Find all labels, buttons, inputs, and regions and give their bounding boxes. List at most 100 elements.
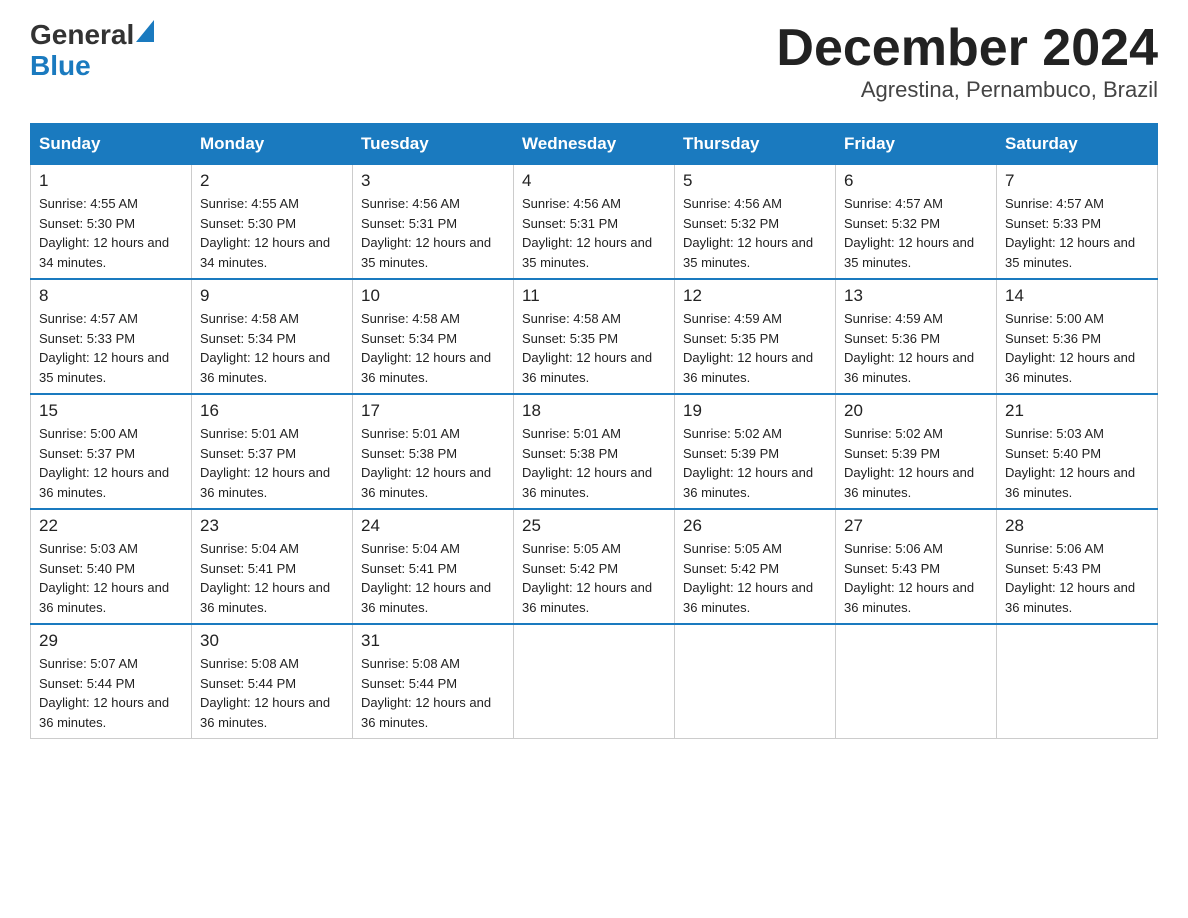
day-number: 8 [39, 286, 183, 306]
day-info: Sunrise: 4:57 AM Sunset: 5:33 PM Dayligh… [39, 309, 183, 387]
calendar-day-cell: 6 Sunrise: 4:57 AM Sunset: 5:32 PM Dayli… [836, 165, 997, 280]
day-info: Sunrise: 5:05 AM Sunset: 5:42 PM Dayligh… [683, 539, 827, 617]
day-info: Sunrise: 4:56 AM Sunset: 5:31 PM Dayligh… [361, 194, 505, 272]
calendar-day-cell: 11 Sunrise: 4:58 AM Sunset: 5:35 PM Dayl… [514, 279, 675, 394]
calendar-week-row: 1 Sunrise: 4:55 AM Sunset: 5:30 PM Dayli… [31, 165, 1158, 280]
day-info: Sunrise: 5:01 AM Sunset: 5:38 PM Dayligh… [361, 424, 505, 502]
month-title: December 2024 [776, 20, 1158, 77]
day-info: Sunrise: 4:55 AM Sunset: 5:30 PM Dayligh… [39, 194, 183, 272]
calendar-day-cell: 31 Sunrise: 5:08 AM Sunset: 5:44 PM Dayl… [353, 624, 514, 739]
day-number: 15 [39, 401, 183, 421]
day-info: Sunrise: 4:57 AM Sunset: 5:32 PM Dayligh… [844, 194, 988, 272]
day-info: Sunrise: 5:02 AM Sunset: 5:39 PM Dayligh… [844, 424, 988, 502]
day-number: 24 [361, 516, 505, 536]
calendar-week-row: 15 Sunrise: 5:00 AM Sunset: 5:37 PM Dayl… [31, 394, 1158, 509]
day-info: Sunrise: 4:56 AM Sunset: 5:31 PM Dayligh… [522, 194, 666, 272]
calendar-day-cell: 13 Sunrise: 4:59 AM Sunset: 5:36 PM Dayl… [836, 279, 997, 394]
logo-general-text: General [30, 20, 134, 51]
calendar-table: SundayMondayTuesdayWednesdayThursdayFrid… [30, 123, 1158, 739]
calendar-day-cell [514, 624, 675, 739]
calendar-day-cell: 15 Sunrise: 5:00 AM Sunset: 5:37 PM Dayl… [31, 394, 192, 509]
calendar-day-cell: 29 Sunrise: 5:07 AM Sunset: 5:44 PM Dayl… [31, 624, 192, 739]
calendar-day-cell: 5 Sunrise: 4:56 AM Sunset: 5:32 PM Dayli… [675, 165, 836, 280]
logo-triangle-icon [136, 20, 154, 42]
weekday-header-row: SundayMondayTuesdayWednesdayThursdayFrid… [31, 124, 1158, 165]
weekday-header-monday: Monday [192, 124, 353, 165]
day-number: 31 [361, 631, 505, 651]
calendar-day-cell [836, 624, 997, 739]
day-number: 21 [1005, 401, 1149, 421]
day-info: Sunrise: 4:58 AM Sunset: 5:34 PM Dayligh… [361, 309, 505, 387]
day-number: 16 [200, 401, 344, 421]
calendar-day-cell: 7 Sunrise: 4:57 AM Sunset: 5:33 PM Dayli… [997, 165, 1158, 280]
day-info: Sunrise: 5:04 AM Sunset: 5:41 PM Dayligh… [361, 539, 505, 617]
day-info: Sunrise: 5:02 AM Sunset: 5:39 PM Dayligh… [683, 424, 827, 502]
day-number: 9 [200, 286, 344, 306]
day-number: 7 [1005, 171, 1149, 191]
calendar-day-cell [675, 624, 836, 739]
day-info: Sunrise: 5:03 AM Sunset: 5:40 PM Dayligh… [1005, 424, 1149, 502]
calendar-day-cell: 18 Sunrise: 5:01 AM Sunset: 5:38 PM Dayl… [514, 394, 675, 509]
logo: General Blue [30, 20, 154, 82]
day-info: Sunrise: 4:55 AM Sunset: 5:30 PM Dayligh… [200, 194, 344, 272]
calendar-day-cell: 28 Sunrise: 5:06 AM Sunset: 5:43 PM Dayl… [997, 509, 1158, 624]
day-number: 17 [361, 401, 505, 421]
weekday-header-wednesday: Wednesday [514, 124, 675, 165]
weekday-header-tuesday: Tuesday [353, 124, 514, 165]
day-number: 29 [39, 631, 183, 651]
calendar-day-cell: 2 Sunrise: 4:55 AM Sunset: 5:30 PM Dayli… [192, 165, 353, 280]
day-number: 13 [844, 286, 988, 306]
page-header: General Blue December 2024 Agrestina, Pe… [30, 20, 1158, 103]
weekday-header-friday: Friday [836, 124, 997, 165]
day-info: Sunrise: 4:56 AM Sunset: 5:32 PM Dayligh… [683, 194, 827, 272]
calendar-week-row: 29 Sunrise: 5:07 AM Sunset: 5:44 PM Dayl… [31, 624, 1158, 739]
day-info: Sunrise: 4:59 AM Sunset: 5:36 PM Dayligh… [844, 309, 988, 387]
calendar-day-cell: 16 Sunrise: 5:01 AM Sunset: 5:37 PM Dayl… [192, 394, 353, 509]
day-info: Sunrise: 4:57 AM Sunset: 5:33 PM Dayligh… [1005, 194, 1149, 272]
day-number: 14 [1005, 286, 1149, 306]
calendar-day-cell: 8 Sunrise: 4:57 AM Sunset: 5:33 PM Dayli… [31, 279, 192, 394]
day-number: 19 [683, 401, 827, 421]
day-info: Sunrise: 5:06 AM Sunset: 5:43 PM Dayligh… [844, 539, 988, 617]
day-number: 3 [361, 171, 505, 191]
calendar-day-cell: 20 Sunrise: 5:02 AM Sunset: 5:39 PM Dayl… [836, 394, 997, 509]
day-number: 23 [200, 516, 344, 536]
day-info: Sunrise: 5:03 AM Sunset: 5:40 PM Dayligh… [39, 539, 183, 617]
logo-blue-text: Blue [30, 51, 91, 82]
calendar-day-cell: 4 Sunrise: 4:56 AM Sunset: 5:31 PM Dayli… [514, 165, 675, 280]
day-number: 11 [522, 286, 666, 306]
day-number: 12 [683, 286, 827, 306]
calendar-day-cell: 9 Sunrise: 4:58 AM Sunset: 5:34 PM Dayli… [192, 279, 353, 394]
day-number: 10 [361, 286, 505, 306]
calendar-day-cell [997, 624, 1158, 739]
day-info: Sunrise: 5:01 AM Sunset: 5:38 PM Dayligh… [522, 424, 666, 502]
day-info: Sunrise: 5:01 AM Sunset: 5:37 PM Dayligh… [200, 424, 344, 502]
calendar-day-cell: 30 Sunrise: 5:08 AM Sunset: 5:44 PM Dayl… [192, 624, 353, 739]
calendar-day-cell: 19 Sunrise: 5:02 AM Sunset: 5:39 PM Dayl… [675, 394, 836, 509]
calendar-day-cell: 23 Sunrise: 5:04 AM Sunset: 5:41 PM Dayl… [192, 509, 353, 624]
day-info: Sunrise: 4:59 AM Sunset: 5:35 PM Dayligh… [683, 309, 827, 387]
day-number: 25 [522, 516, 666, 536]
weekday-header-thursday: Thursday [675, 124, 836, 165]
day-info: Sunrise: 5:08 AM Sunset: 5:44 PM Dayligh… [361, 654, 505, 732]
calendar-day-cell: 1 Sunrise: 4:55 AM Sunset: 5:30 PM Dayli… [31, 165, 192, 280]
calendar-week-row: 22 Sunrise: 5:03 AM Sunset: 5:40 PM Dayl… [31, 509, 1158, 624]
day-number: 18 [522, 401, 666, 421]
day-number: 26 [683, 516, 827, 536]
day-number: 30 [200, 631, 344, 651]
day-info: Sunrise: 4:58 AM Sunset: 5:34 PM Dayligh… [200, 309, 344, 387]
calendar-day-cell: 3 Sunrise: 4:56 AM Sunset: 5:31 PM Dayli… [353, 165, 514, 280]
calendar-day-cell: 14 Sunrise: 5:00 AM Sunset: 5:36 PM Dayl… [997, 279, 1158, 394]
day-info: Sunrise: 5:04 AM Sunset: 5:41 PM Dayligh… [200, 539, 344, 617]
day-number: 2 [200, 171, 344, 191]
day-number: 6 [844, 171, 988, 191]
day-info: Sunrise: 5:08 AM Sunset: 5:44 PM Dayligh… [200, 654, 344, 732]
calendar-day-cell: 21 Sunrise: 5:03 AM Sunset: 5:40 PM Dayl… [997, 394, 1158, 509]
calendar-day-cell: 10 Sunrise: 4:58 AM Sunset: 5:34 PM Dayl… [353, 279, 514, 394]
calendar-week-row: 8 Sunrise: 4:57 AM Sunset: 5:33 PM Dayli… [31, 279, 1158, 394]
day-number: 20 [844, 401, 988, 421]
title-block: December 2024 Agrestina, Pernambuco, Bra… [776, 20, 1158, 103]
day-number: 27 [844, 516, 988, 536]
day-number: 22 [39, 516, 183, 536]
day-number: 4 [522, 171, 666, 191]
